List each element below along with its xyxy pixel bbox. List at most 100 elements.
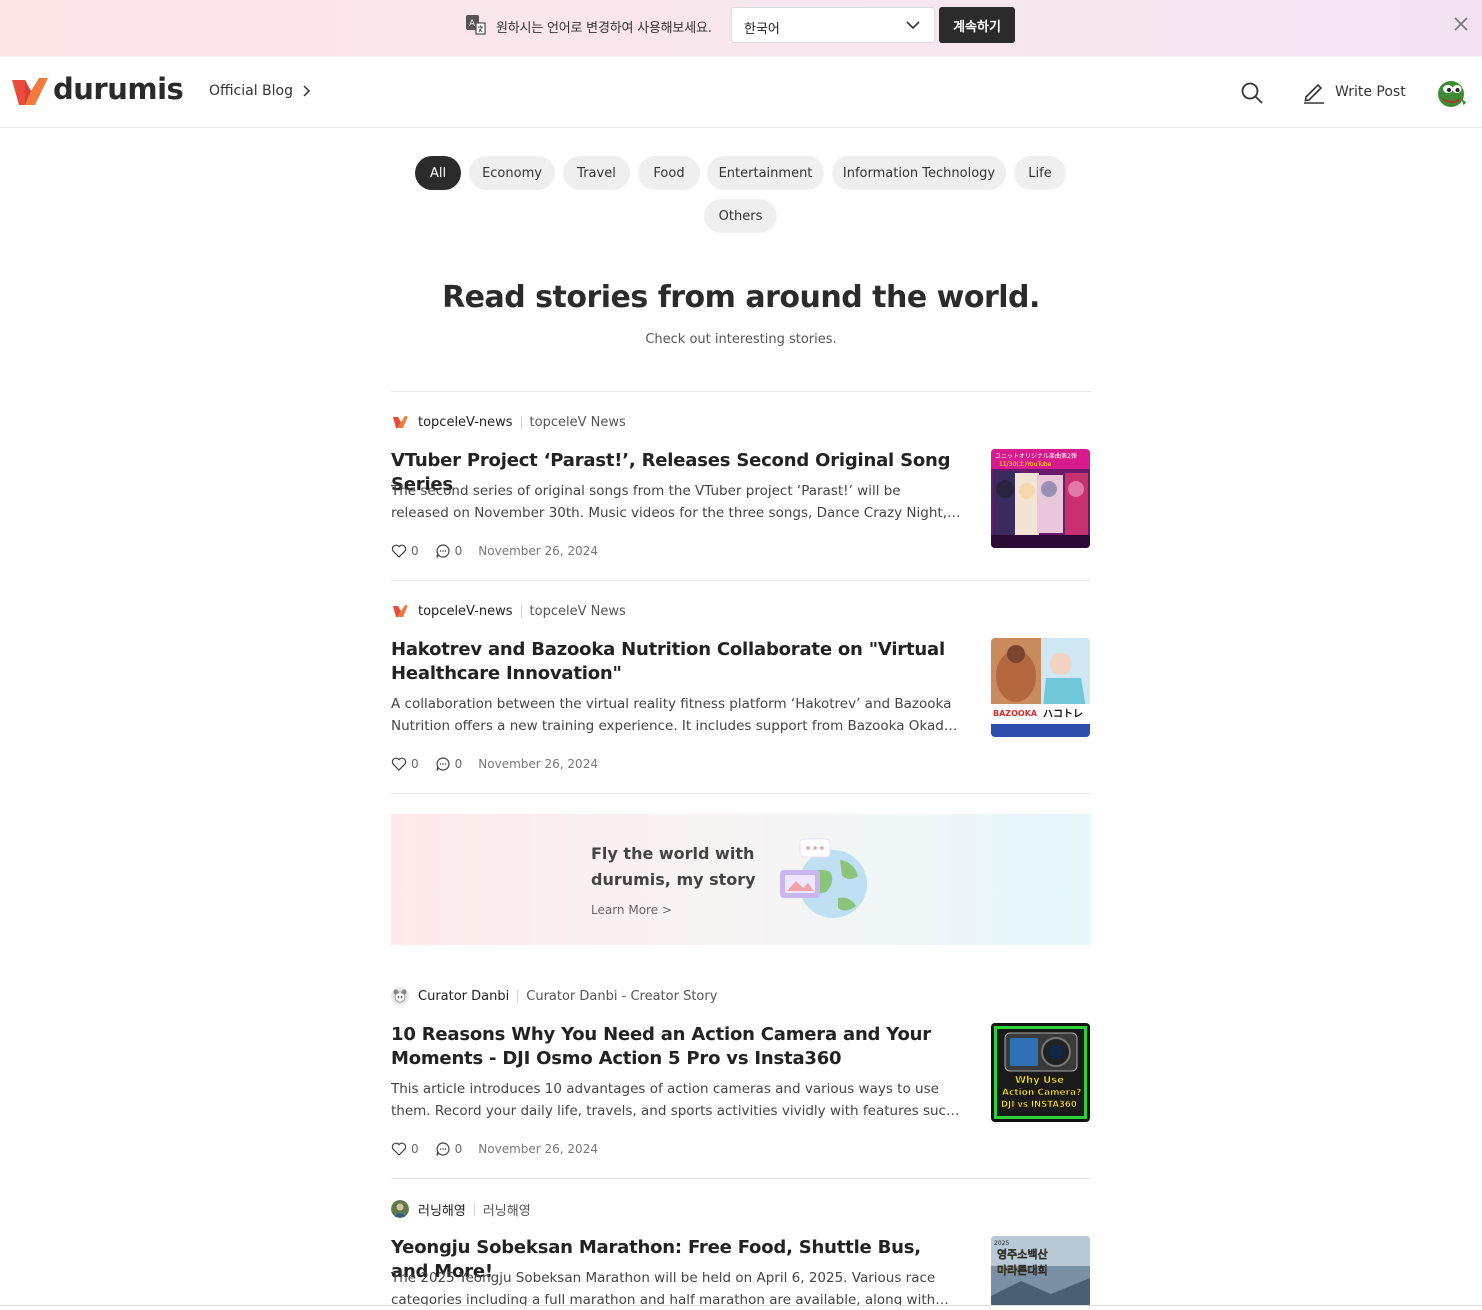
- search-icon[interactable]: [1240, 81, 1264, 105]
- author-name: Curator Danbi: [418, 988, 510, 1004]
- category-all[interactable]: All: [415, 156, 461, 190]
- official-blog-label: Official Blog: [209, 83, 294, 99]
- close-icon[interactable]: [1453, 16, 1469, 32]
- svg-text:Action Camera?: Action Camera?: [1002, 1088, 1081, 1098]
- post-author[interactable]: Curator Danbi Curator Danbi - Creator St…: [391, 986, 717, 1006]
- divider: [391, 580, 1091, 581]
- separator: [520, 415, 522, 429]
- like-count: 0: [411, 1142, 419, 1156]
- category-life[interactable]: Life: [1014, 156, 1066, 190]
- write-post-button[interactable]: Write Post: [1302, 80, 1406, 104]
- comment-count: 0: [454, 544, 463, 558]
- language-banner: A 원하시는 언어로 변경하여 사용해보세요. 한국어 계속하기: [0, 0, 1482, 57]
- official-blog-link[interactable]: Official Blog: [209, 83, 311, 99]
- translate-icon: A: [466, 15, 486, 35]
- post-title[interactable]: Hakotrev and Bazooka Nutrition Collabora…: [391, 638, 961, 686]
- post-card[interactable]: 러닝해영 러닝해영 Yeongju Sobeksan Marathon: Fre…: [391, 1199, 1091, 1305]
- heart-icon[interactable]: [391, 756, 407, 772]
- category-information-technology[interactable]: Information Technology: [832, 156, 1006, 190]
- post-meta: 0 0 November 26, 2024: [391, 755, 598, 773]
- svg-text:영주소백산: 영주소백산: [997, 1247, 1048, 1261]
- banner-message: 원하시는 언어로 변경하여 사용해보세요.: [496, 21, 712, 36]
- comment-icon[interactable]: [435, 543, 451, 559]
- post-excerpt: This article introduces 10 advantages of…: [391, 1081, 955, 1119]
- category-entertainment[interactable]: Entertainment: [707, 156, 824, 190]
- post-title[interactable]: 10 Reasons Why You Need an Action Camera…: [391, 1023, 961, 1071]
- pencil-icon: [1304, 83, 1324, 104]
- globe-illustration-icon: [780, 838, 867, 918]
- post-card[interactable]: Curator Danbi Curator Danbi - Creator St…: [391, 986, 1091, 1166]
- post-card[interactable]: topceleV-news topceleV News VTuber Proje…: [391, 412, 1091, 572]
- promo-line-2: durumis, my story: [591, 870, 756, 889]
- post-thumbnail[interactable]: ユニットオリジナル楽曲第2弾 11/30(土)YouTube: [991, 449, 1090, 548]
- post-date: November 26, 2024: [478, 544, 598, 558]
- language-select-value: 한국어: [744, 22, 780, 37]
- blog-name: topceleV News: [529, 414, 626, 430]
- svg-text:BAZOOKA: BAZOOKA: [993, 709, 1038, 718]
- svg-text:ユニットオリジナル楽曲第2弾: ユニットオリジナル楽曲第2弾: [995, 452, 1077, 460]
- durumis-logo-icon[interactable]: [11, 77, 49, 107]
- separator: [517, 989, 519, 1003]
- blog-name: Curator Danbi - Creator Story: [526, 988, 718, 1004]
- post-thumbnail[interactable]: 2025 영주소백산 마라톤대회: [991, 1236, 1090, 1305]
- like-count: 0: [411, 757, 419, 771]
- blog-name: 러닝해영: [482, 1203, 531, 1219]
- post-excerpt: The 2025 Yeongju Sobeksan Marathon will …: [391, 1270, 936, 1305]
- post-meta: 0 0 November 26, 2024: [391, 1140, 598, 1158]
- post-author[interactable]: 러닝해영 러닝해영: [391, 1199, 531, 1219]
- divider: [391, 793, 1091, 794]
- author-avatar: [391, 1200, 409, 1218]
- svg-text:A: A: [469, 19, 476, 29]
- category-food[interactable]: Food: [638, 156, 700, 190]
- comment-count: 0: [454, 757, 463, 771]
- post-thumbnail[interactable]: BAZOOKA ハコトレ: [991, 638, 1090, 737]
- viewport-bottom-edge: [0, 1305, 1482, 1310]
- post-date: November 26, 2024: [478, 1142, 598, 1156]
- chevron-right-icon: [303, 85, 311, 97]
- post-author[interactable]: topceleV-news topceleV News: [391, 412, 626, 432]
- svg-text:ハコトレ: ハコトレ: [1043, 708, 1083, 720]
- promo-line-1: Fly the world with: [591, 844, 755, 863]
- avatar[interactable]: [1435, 79, 1469, 109]
- learn-more-link[interactable]: Learn More >: [591, 903, 672, 917]
- comment-count: 0: [454, 1142, 463, 1156]
- page-subtitle: Check out interesting stories.: [645, 332, 837, 347]
- divider: [391, 391, 1091, 392]
- like-count: 0: [411, 544, 419, 558]
- comment-icon[interactable]: [435, 756, 451, 772]
- post-date: November 26, 2024: [478, 757, 598, 771]
- author-name: topceleV-news: [418, 414, 513, 430]
- write-post-label: Write Post: [1335, 84, 1406, 100]
- promo-banner[interactable]: Fly the world with durumis, my story Lea…: [391, 814, 1091, 945]
- category-travel[interactable]: Travel: [563, 156, 630, 190]
- post-card[interactable]: topceleV-news topceleV News Hakotrev and…: [391, 601, 1091, 781]
- post-author[interactable]: topceleV-news topceleV News: [391, 601, 626, 621]
- svg-text:DJI vs INSTA360: DJI vs INSTA360: [1001, 1100, 1077, 1110]
- divider: [391, 1178, 1091, 1179]
- category-economy[interactable]: Economy: [469, 156, 555, 190]
- heart-icon[interactable]: [391, 543, 407, 559]
- svg-text:2025: 2025: [994, 1240, 1009, 1247]
- blog-name: topceleV News: [529, 603, 626, 619]
- category-others[interactable]: Others: [704, 199, 777, 233]
- svg-text:Why Use: Why Use: [1015, 1075, 1064, 1086]
- svg-text:11/30(土)YouTube: 11/30(土)YouTube: [999, 460, 1052, 468]
- separator: [473, 1202, 475, 1216]
- author-name: 러닝해영: [418, 1203, 466, 1219]
- post-excerpt: A collaboration between the virtual real…: [391, 696, 957, 734]
- chevron-down-icon: [906, 21, 920, 30]
- logo-text[interactable]: durumis: [53, 72, 184, 106]
- continue-button[interactable]: 계속하기: [939, 7, 1015, 43]
- page-title: Read stories from around the world.: [442, 280, 1040, 315]
- site-header: durumis Official Blog Write Post: [0, 57, 1482, 128]
- post-excerpt: The second series of original songs from…: [391, 483, 947, 521]
- author-avatar: [393, 416, 408, 428]
- separator: [520, 604, 522, 618]
- language-select[interactable]: 한국어: [731, 7, 935, 43]
- comment-icon[interactable]: [435, 1141, 451, 1157]
- svg-text:마라톤대회: 마라톤대회: [997, 1263, 1048, 1277]
- author-avatar: [391, 987, 409, 1005]
- post-thumbnail[interactable]: Why Use Action Camera? DJI vs INSTA360: [991, 1023, 1090, 1122]
- heart-icon[interactable]: [391, 1141, 407, 1157]
- author-name: topceleV-news: [418, 603, 513, 619]
